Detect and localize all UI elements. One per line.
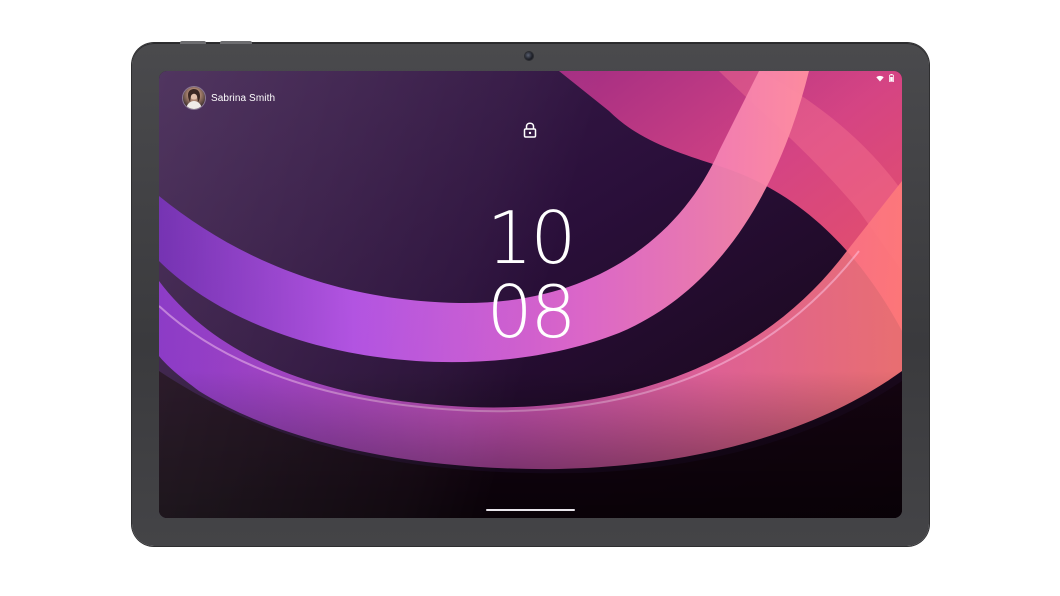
lock-icon <box>523 122 537 143</box>
power-button <box>180 41 206 44</box>
battery-icon <box>889 74 894 82</box>
front-camera <box>525 52 533 60</box>
user-name: Sabrina Smith <box>211 92 276 104</box>
lock-screen[interactable]: Sabrina Smith 10 08 <box>159 71 902 518</box>
volume-button <box>220 41 252 44</box>
clock-hours: 10 <box>486 196 577 280</box>
wifi-icon <box>876 75 884 82</box>
clock-minutes: 08 <box>486 270 577 354</box>
user-switcher[interactable]: Sabrina Smith <box>183 87 275 109</box>
tablet-device: Sabrina Smith 10 08 <box>132 41 929 546</box>
user-avatar[interactable] <box>183 87 205 109</box>
product-shot: Sabrina Smith 10 08 <box>0 0 1060 596</box>
status-bar <box>876 74 894 82</box>
home-gesture-bar[interactable] <box>486 509 575 511</box>
